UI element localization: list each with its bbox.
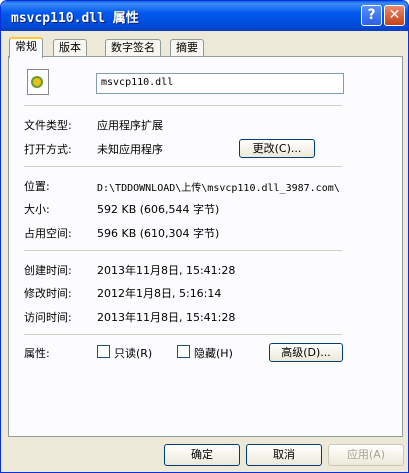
close-button[interactable]: ✕ [384,5,405,26]
open-with-value: 未知应用程序 [97,143,163,156]
dll-file-icon [27,69,49,95]
tab-summary[interactable]: 摘要 [170,39,204,57]
cancel-button[interactable]: 取消 [246,444,322,466]
location-label: 位置: [24,180,50,193]
tab-digital-signatures[interactable]: 数字签名 [105,39,161,57]
size-label: 大小: [24,203,50,216]
change-button[interactable]: 更改(C)... [239,139,315,158]
tab-version[interactable]: 版本 [53,39,87,57]
advanced-button[interactable]: 高级(D)... [269,343,343,362]
title-bar[interactable]: msvcp110.dll 属性 ? ✕ [1,1,408,31]
size-on-disk-label: 占用空间: [24,227,72,240]
apply-button[interactable]: 应用(A) [328,444,404,466]
size-value: 592 KB (606,544 字节) [97,203,220,216]
general-panel [8,56,403,437]
divider [24,250,342,251]
help-button[interactable]: ? [361,5,382,26]
hidden-checkbox[interactable] [177,345,190,358]
file-type-label: 文件类型: [24,119,72,132]
divider [24,105,342,106]
divider [24,166,342,167]
file-name-field[interactable]: msvcp110.dll [96,73,344,94]
file-type-value: 应用程序扩展 [97,119,163,132]
open-with-label: 打开方式: [24,143,72,156]
modified-label: 修改时间: [24,287,72,300]
gear-icon [31,76,43,88]
readonly-label[interactable]: 只读(R) [114,345,152,361]
modified-value: 2012年1月8日, 5:16:14 [97,287,222,300]
created-value: 2013年11月8日, 15:41:28 [97,264,236,277]
window-title: msvcp110.dll 属性 [11,11,139,26]
location-value: D:\TDDOWNLOAD\上传\msvcp110.dll_3987.com\ [97,183,340,194]
created-label: 创建时间: [24,264,72,277]
size-on-disk-value: 596 KB (610,304 字节) [97,227,220,240]
readonly-checkbox[interactable] [97,345,110,358]
tab-general[interactable]: 常规 [9,37,43,58]
accessed-label: 访问时间: [24,311,72,324]
hidden-label[interactable]: 隐藏(H) [194,345,233,361]
ok-button[interactable]: 确定 [164,444,240,466]
attributes-label: 属性: [24,347,50,360]
divider [24,334,342,335]
properties-window: msvcp110.dll 属性 ? ✕ 常规 版本 数字签名 摘要 msvcp1… [0,0,409,473]
accessed-value: 2013年11月8日, 15:41:28 [97,311,236,324]
